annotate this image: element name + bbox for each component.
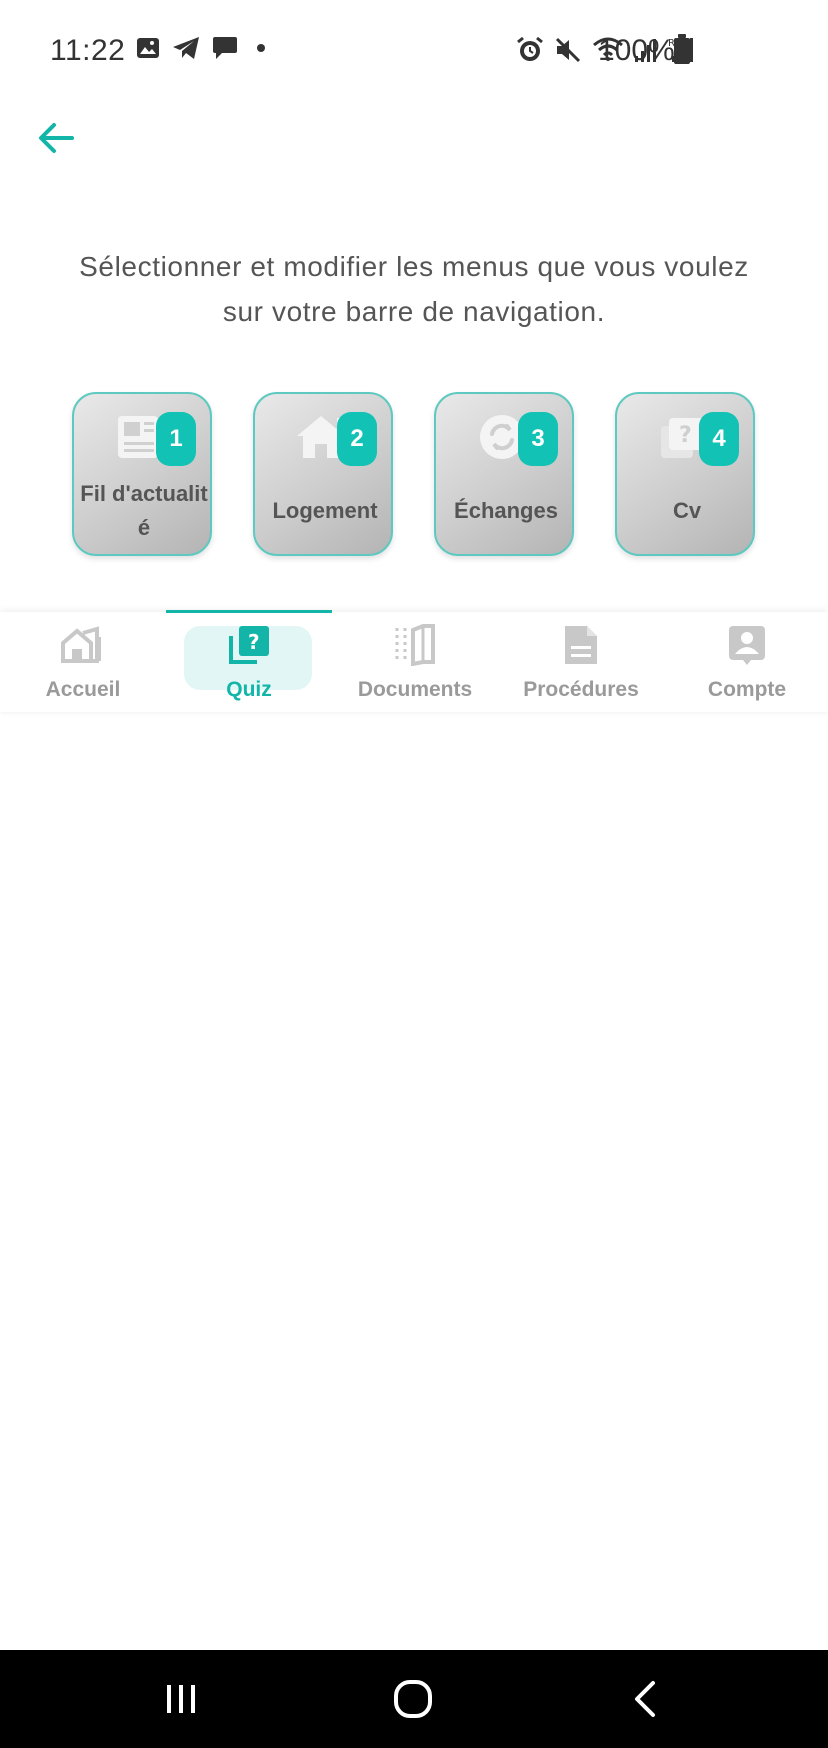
- menu-tile-logement[interactable]: 2 Logement: [253, 392, 393, 556]
- recent-apps-button[interactable]: [156, 1674, 206, 1724]
- account-icon: [729, 626, 765, 665]
- nav-label: Quiz: [226, 678, 272, 701]
- tile-number-badge: 4: [699, 412, 739, 466]
- mute-icon: [555, 37, 581, 63]
- telegram-icon: [173, 37, 199, 59]
- battery-icon: [674, 34, 690, 64]
- menu-tile-cv[interactable]: ? 4 Cv: [615, 392, 755, 556]
- arrow-left-icon: [39, 123, 74, 153]
- system-navigation-bar: [0, 1650, 828, 1748]
- screen: 11:22 R 100% Sélectionner et modifier le…: [0, 0, 828, 1748]
- procedure-icon: [565, 626, 597, 664]
- system-back-button[interactable]: [620, 1674, 670, 1724]
- documents-icon: [395, 624, 435, 666]
- instruction-text: Sélectionner et modifier les menus que v…: [79, 251, 749, 327]
- menu-tile-fil-actualite[interactable]: 1 Fil d'actualité: [72, 392, 212, 556]
- nav-label: Procédures: [523, 678, 639, 701]
- home-icon: [61, 626, 101, 663]
- recent-apps-icon: [167, 1685, 195, 1713]
- notification-icons: [136, 36, 272, 60]
- nav-item-documents[interactable]: Documents: [332, 612, 498, 712]
- status-time: 11:22: [50, 34, 126, 67]
- battery-percent: 100%: [598, 34, 675, 67]
- nav-label: Accueil: [45, 678, 121, 701]
- quiz-icon: ?: [229, 626, 269, 664]
- status-bar: 11:22 R 100%: [0, 0, 828, 100]
- tile-number-badge: 2: [337, 412, 377, 466]
- nav-item-accueil[interactable]: Accueil: [0, 612, 166, 712]
- tile-label: Logement: [272, 498, 378, 523]
- nav-item-compte[interactable]: Compte: [664, 612, 828, 712]
- bottom-navigation: Accueil ? Quiz Documents Procédures Comp…: [0, 610, 828, 712]
- chat-icon: [213, 37, 237, 59]
- tile-number-badge: 3: [518, 412, 558, 466]
- tile-label: Fil d'actualité: [80, 481, 208, 540]
- home-circle-icon: [394, 1680, 432, 1718]
- back-button[interactable]: [30, 112, 82, 164]
- svg-text:?: ?: [248, 630, 260, 654]
- home-system-button[interactable]: [388, 1674, 438, 1724]
- dot-icon: [257, 44, 265, 52]
- nav-item-quiz[interactable]: ? Quiz: [166, 612, 332, 712]
- tile-number-badge: 1: [156, 412, 196, 466]
- image-icon: [137, 38, 159, 58]
- nav-label: Documents: [357, 678, 473, 701]
- menu-tile-echanges[interactable]: 3 Échanges: [434, 392, 574, 556]
- tile-label: Cv: [672, 498, 702, 523]
- tile-label: Échanges: [454, 498, 558, 523]
- nav-label: Compte: [707, 678, 787, 701]
- chevron-left-icon: [635, 1681, 655, 1717]
- nav-item-procedures[interactable]: Procédures: [498, 612, 664, 712]
- svg-text:?: ?: [679, 423, 692, 448]
- alarm-icon: [517, 36, 543, 61]
- selected-menu-tiles: 1 Fil d'actualité 2 Logement 3 Échanges: [72, 392, 756, 556]
